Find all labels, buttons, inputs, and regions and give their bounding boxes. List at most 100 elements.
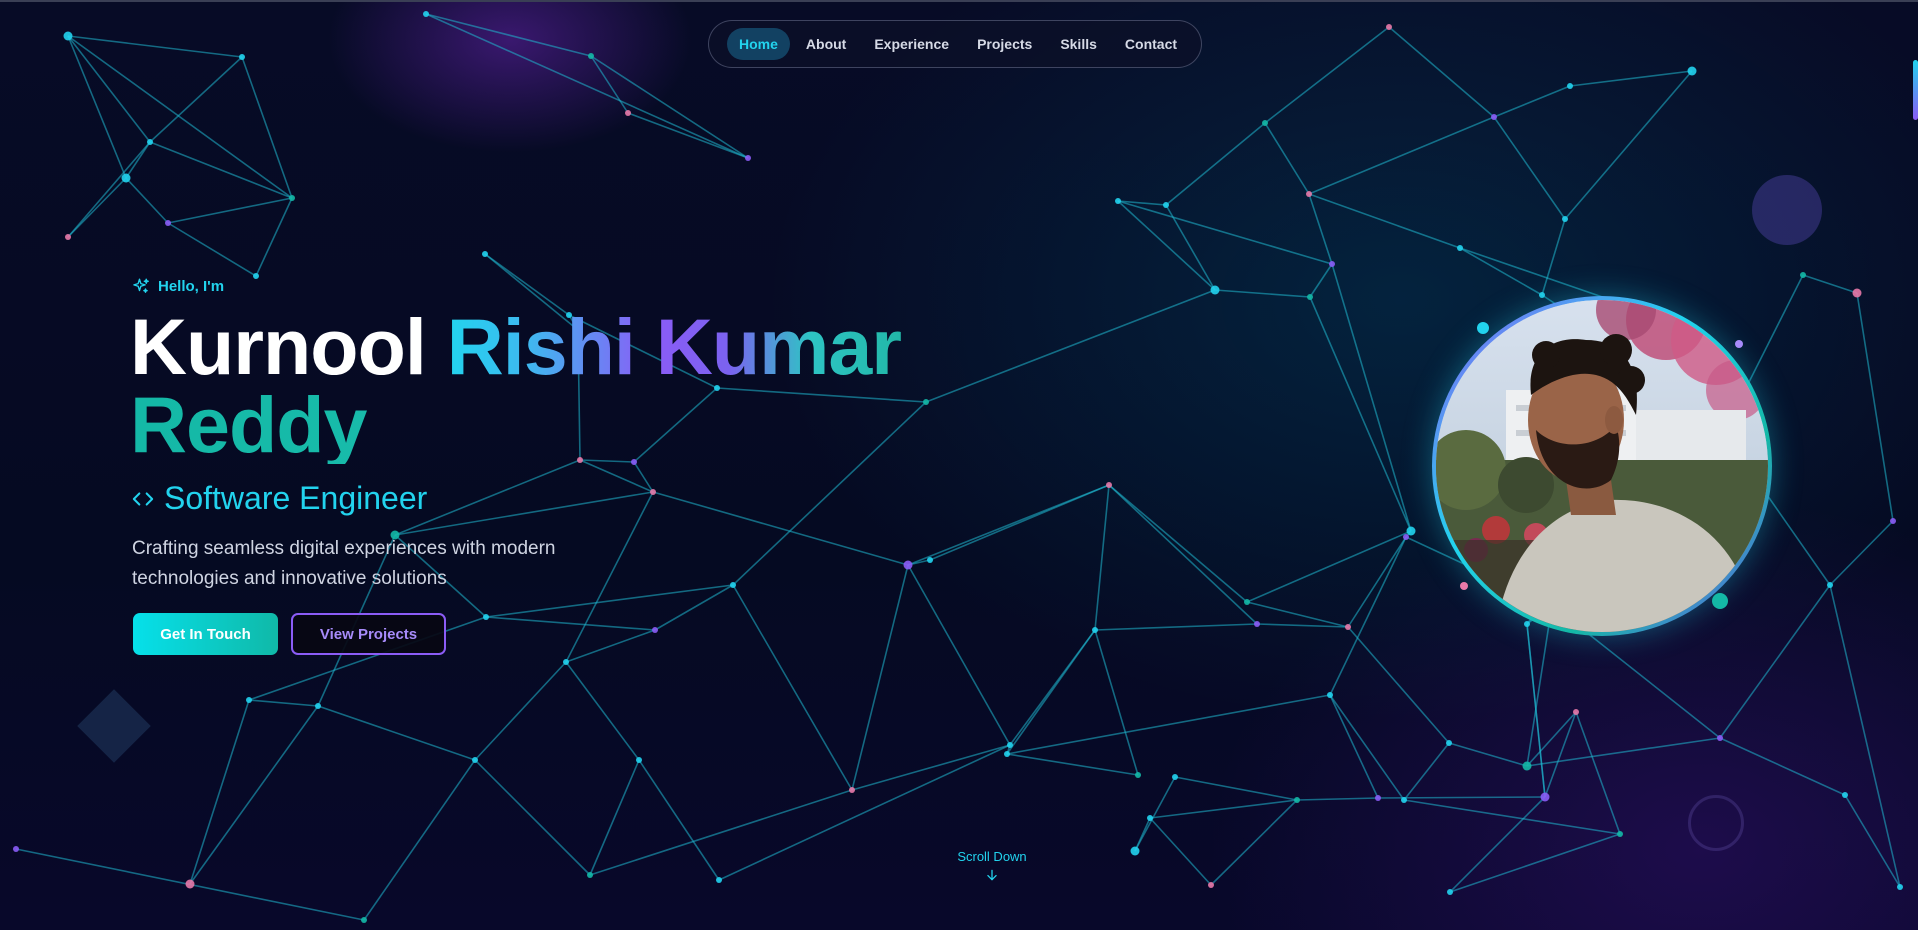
network-line bbox=[1403, 742, 1450, 801]
network-line bbox=[1174, 776, 1298, 801]
network-line bbox=[1569, 70, 1693, 87]
network-node bbox=[315, 703, 321, 709]
nav-item-about[interactable]: About bbox=[794, 28, 858, 60]
network-node bbox=[1327, 692, 1333, 698]
sparkle-icon bbox=[133, 278, 149, 293]
network-line bbox=[1526, 737, 1721, 767]
network-node bbox=[483, 614, 489, 620]
network-node bbox=[147, 139, 153, 145]
scroll-down-label: Scroll Down bbox=[957, 849, 1027, 864]
network-node bbox=[1852, 288, 1862, 298]
get-in-touch-button[interactable]: Get In Touch bbox=[133, 613, 278, 655]
network-line bbox=[1214, 289, 1311, 298]
view-projects-button[interactable]: View Projects bbox=[291, 613, 446, 655]
network-line bbox=[241, 56, 293, 199]
nav-item-contact[interactable]: Contact bbox=[1113, 28, 1189, 60]
network-node bbox=[1447, 889, 1453, 895]
network-node bbox=[1163, 202, 1169, 208]
network-node bbox=[849, 787, 855, 793]
hero-page: Home About Experience Projects Skills Co… bbox=[0, 0, 1918, 930]
network-line bbox=[1094, 623, 1258, 631]
main-nav: Home About Experience Projects Skills Co… bbox=[708, 20, 1202, 68]
nav-item-experience[interactable]: Experience bbox=[862, 28, 961, 60]
network-node bbox=[239, 54, 245, 60]
network-node bbox=[1457, 245, 1463, 251]
network-node bbox=[652, 627, 658, 633]
network-line bbox=[1564, 70, 1693, 220]
role-text: Software Engineer bbox=[164, 480, 428, 516]
network-line bbox=[1526, 623, 1546, 798]
network-line bbox=[1108, 484, 1258, 625]
network-line bbox=[149, 141, 293, 199]
network-node bbox=[745, 155, 751, 161]
network-node bbox=[563, 659, 569, 665]
network-line bbox=[1149, 817, 1212, 886]
network-node bbox=[165, 220, 171, 226]
network-line bbox=[1448, 742, 1528, 767]
network-line bbox=[590, 55, 629, 114]
page-scrollbar[interactable] bbox=[1913, 60, 1918, 120]
network-line bbox=[67, 35, 243, 58]
network-line bbox=[255, 197, 293, 277]
network-line bbox=[652, 491, 909, 566]
network-line bbox=[732, 584, 853, 791]
network-line bbox=[248, 699, 319, 707]
network-line bbox=[425, 13, 592, 57]
decor-dot bbox=[1735, 340, 1743, 348]
network-node bbox=[1004, 751, 1010, 757]
network-node bbox=[1172, 774, 1178, 780]
network-line bbox=[1308, 193, 1461, 249]
scroll-down-hint[interactable]: Scroll Down bbox=[940, 849, 1044, 882]
network-line bbox=[425, 13, 749, 159]
network-line bbox=[638, 759, 720, 881]
code-brackets-icon bbox=[132, 491, 154, 506]
network-line bbox=[485, 616, 656, 631]
network-line bbox=[1006, 694, 1331, 755]
network-line bbox=[474, 759, 591, 876]
network-node bbox=[121, 173, 131, 183]
network-node bbox=[1406, 526, 1416, 536]
decor-blob bbox=[1752, 175, 1822, 245]
network-node bbox=[587, 872, 593, 878]
network-node bbox=[1130, 846, 1140, 856]
network-line bbox=[589, 789, 853, 876]
network-line bbox=[1388, 26, 1495, 118]
network-node bbox=[1897, 884, 1903, 890]
network-line bbox=[1256, 623, 1349, 628]
network-line bbox=[189, 699, 250, 885]
name-last: Reddy bbox=[130, 385, 1030, 464]
network-line bbox=[1829, 584, 1901, 888]
network-line bbox=[1264, 26, 1390, 124]
network-line bbox=[1802, 274, 1858, 294]
network-node bbox=[1890, 518, 1896, 524]
network-line bbox=[590, 55, 749, 159]
network-node bbox=[1345, 624, 1351, 630]
network-line bbox=[317, 705, 476, 761]
network-node bbox=[63, 31, 73, 41]
nav-item-skills[interactable]: Skills bbox=[1048, 28, 1109, 60]
network-line bbox=[1331, 263, 1412, 532]
network-node bbox=[1135, 772, 1141, 778]
network-node bbox=[1210, 285, 1220, 295]
nav-item-projects[interactable]: Projects bbox=[965, 28, 1044, 60]
network-node bbox=[1446, 740, 1452, 746]
network-line bbox=[1449, 796, 1546, 893]
name-middle: Rishi Kumar bbox=[446, 302, 902, 391]
network-node bbox=[1115, 198, 1121, 204]
decor-dot bbox=[1477, 322, 1489, 334]
role-title: Software Engineer bbox=[132, 480, 427, 517]
network-node bbox=[1244, 599, 1250, 605]
network-line bbox=[1108, 484, 1248, 603]
network-node bbox=[903, 560, 913, 570]
network-line bbox=[67, 177, 127, 238]
network-node bbox=[1262, 120, 1268, 126]
network-line bbox=[1210, 799, 1298, 886]
network-node bbox=[716, 877, 722, 883]
network-node bbox=[361, 917, 367, 923]
network-line bbox=[1856, 292, 1894, 522]
nav-item-home[interactable]: Home bbox=[727, 28, 790, 60]
network-line bbox=[167, 222, 257, 277]
network-line bbox=[1844, 794, 1901, 888]
network-line bbox=[1006, 753, 1139, 776]
network-node bbox=[1540, 792, 1550, 802]
